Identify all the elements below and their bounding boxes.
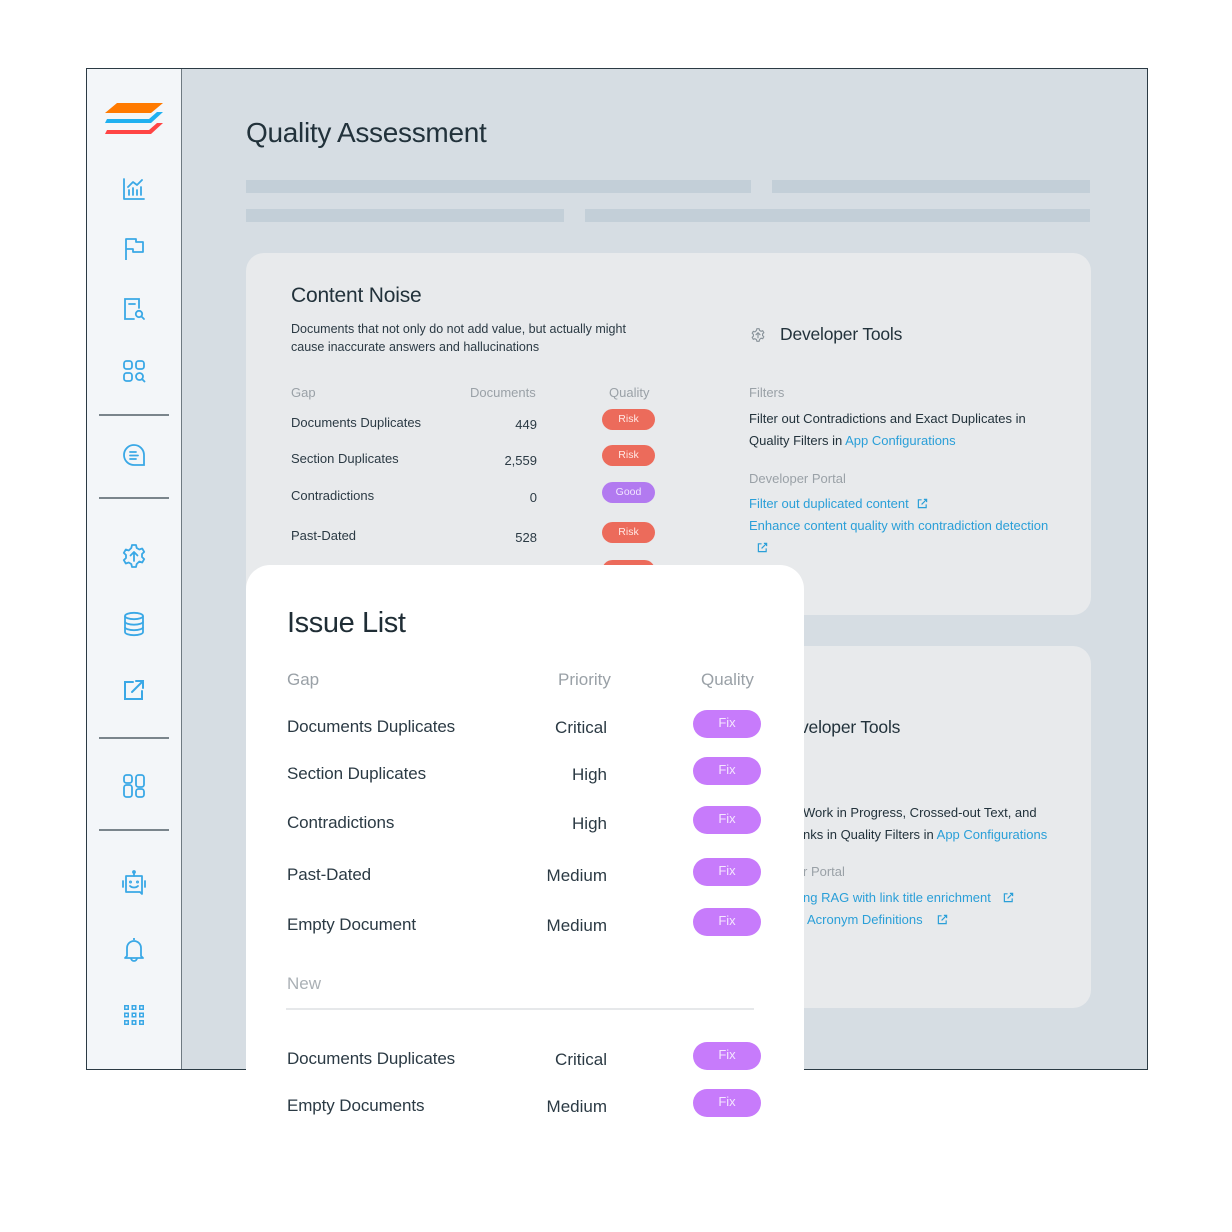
row-documents: 0 bbox=[529, 490, 537, 505]
page-title: Quality Assessment bbox=[246, 117, 487, 148]
portal-link[interactable]: Acronym Definitions bbox=[807, 912, 923, 927]
sidebar-divider bbox=[99, 414, 169, 416]
developer-portal-label: Developer Portal bbox=[749, 471, 846, 486]
column-header-gap: Gap bbox=[291, 385, 316, 400]
external-link-icon bbox=[917, 498, 927, 509]
fix-button[interactable]: Fix bbox=[693, 806, 761, 834]
skeleton-line bbox=[246, 209, 564, 222]
portal-link[interactable]: Enhance content quality with contradicti… bbox=[749, 518, 1048, 533]
portal-link-item[interactable]: Acronym Definitions bbox=[803, 909, 1093, 931]
column-header-documents: Documents bbox=[470, 385, 536, 400]
analytics-chart-icon[interactable] bbox=[120, 175, 148, 203]
issue-priority: Critical bbox=[555, 718, 607, 737]
portal-links: Filter out duplicated content Enhance co… bbox=[749, 493, 1049, 559]
external-link-icon bbox=[1003, 892, 1014, 903]
skeleton-line bbox=[585, 209, 1090, 222]
issue-gap: Documents Duplicates bbox=[287, 1049, 456, 1068]
logo-icon[interactable] bbox=[105, 99, 163, 139]
grid-search-icon[interactable] bbox=[120, 357, 148, 385]
row-documents: 528 bbox=[515, 530, 537, 545]
sidebar-divider bbox=[99, 497, 169, 499]
issue-priority: Medium bbox=[546, 1097, 607, 1116]
filters-label: Filters bbox=[749, 385, 785, 400]
filters-description-line: nks in Quality Filters in bbox=[803, 827, 937, 842]
portal-links: ng RAG with link title enrichment Acrony… bbox=[803, 887, 1093, 931]
column-header-quality: Quality bbox=[609, 385, 650, 400]
flag-icon[interactable] bbox=[120, 235, 148, 263]
bell-icon[interactable] bbox=[120, 935, 148, 963]
row-gap: Past-Dated bbox=[291, 528, 357, 543]
document-search-icon[interactable] bbox=[120, 295, 148, 323]
column-header-priority: Priority bbox=[558, 670, 611, 689]
content-noise-card: Content Noise Documents that not only do… bbox=[246, 253, 1091, 615]
content-noise-description: Documents that not only do not add value… bbox=[291, 322, 626, 354]
column-header-quality: Quality bbox=[701, 670, 754, 689]
issue-list-title: Issue List bbox=[287, 607, 406, 639]
issue-priority: High bbox=[572, 765, 607, 784]
portal-link-item[interactable]: Filter out duplicated content bbox=[749, 493, 1049, 515]
filters-text: Work in Progress, Crossed-out Text, and … bbox=[803, 802, 1093, 846]
dashboard-icon[interactable] bbox=[120, 772, 148, 800]
developer-portal-label: r Portal bbox=[803, 864, 845, 879]
column-header-gap: Gap bbox=[287, 670, 320, 689]
app-configurations-link[interactable]: App Configurations bbox=[845, 433, 956, 448]
fix-button[interactable]: Fix bbox=[693, 710, 761, 738]
portal-link[interactable]: ng RAG with link title enrichment bbox=[803, 890, 991, 905]
section-divider bbox=[286, 1008, 754, 1010]
fix-button[interactable]: Fix bbox=[693, 858, 761, 886]
issue-priority: Critical bbox=[555, 1050, 607, 1069]
sidebar-divider bbox=[99, 829, 169, 831]
content-noise-title: Content Noise bbox=[291, 284, 422, 307]
fix-button[interactable]: Fix bbox=[693, 908, 761, 936]
app-configurations-link[interactable]: App Configurations bbox=[937, 827, 1048, 842]
row-documents: 2,559 bbox=[504, 453, 537, 468]
portal-link-item[interactable]: Enhance content quality with contradicti… bbox=[749, 515, 1049, 559]
issue-list-card: Issue List Gap Priority Quality Document… bbox=[246, 565, 804, 1185]
developer-tools-title: veloper Tools bbox=[800, 717, 901, 737]
gear-upload-icon[interactable] bbox=[120, 542, 148, 570]
developer-tools-title: Developer Tools bbox=[780, 324, 903, 344]
fix-button[interactable]: Fix bbox=[693, 1089, 761, 1117]
database-icon[interactable] bbox=[120, 610, 148, 638]
issue-gap: Empty Document bbox=[287, 915, 416, 934]
row-documents: 449 bbox=[515, 417, 537, 432]
status-badge: Risk bbox=[602, 409, 655, 430]
row-gap: Section Duplicates bbox=[291, 451, 399, 466]
issue-priority: Medium bbox=[546, 866, 607, 885]
portal-link[interactable]: Filter out duplicated content bbox=[749, 496, 909, 511]
issue-gap: Past-Dated bbox=[287, 865, 372, 884]
external-link-icon[interactable] bbox=[120, 676, 148, 704]
issue-gap: Contradictions bbox=[287, 813, 395, 832]
status-badge: Good bbox=[602, 482, 655, 503]
gear-upload-icon bbox=[751, 328, 765, 342]
portal-link-item[interactable]: ng RAG with link title enrichment bbox=[803, 887, 1093, 909]
issue-gap: Empty Documents bbox=[287, 1096, 425, 1115]
issue-gap: Section Duplicates bbox=[287, 764, 426, 783]
filters-description-line: Work in Progress, Crossed-out Text, and bbox=[803, 805, 1037, 820]
bot-icon[interactable] bbox=[120, 869, 148, 897]
chat-bubble-icon[interactable] bbox=[120, 441, 148, 469]
filters-text: Filter out Contradictions and Exact Dupl… bbox=[749, 408, 1049, 452]
issue-gap: Documents Duplicates bbox=[287, 717, 456, 736]
status-badge: Risk bbox=[602, 445, 655, 466]
status-badge: Risk bbox=[602, 522, 655, 543]
apps-grid-icon[interactable] bbox=[120, 1001, 148, 1029]
row-gap: Contradictions bbox=[291, 488, 375, 503]
new-section-label: New bbox=[287, 974, 322, 993]
skeleton-line bbox=[246, 180, 751, 193]
external-link-icon bbox=[937, 914, 947, 925]
sidebar-divider bbox=[99, 737, 169, 739]
sidebar bbox=[87, 69, 182, 1069]
issue-priority: Medium bbox=[546, 916, 607, 935]
external-link-icon bbox=[757, 542, 768, 553]
fix-button[interactable]: Fix bbox=[693, 1042, 761, 1070]
fix-button[interactable]: Fix bbox=[693, 757, 761, 785]
row-gap: Documents Duplicates bbox=[291, 415, 422, 430]
skeleton-line bbox=[772, 180, 1090, 193]
issue-priority: High bbox=[572, 814, 607, 833]
